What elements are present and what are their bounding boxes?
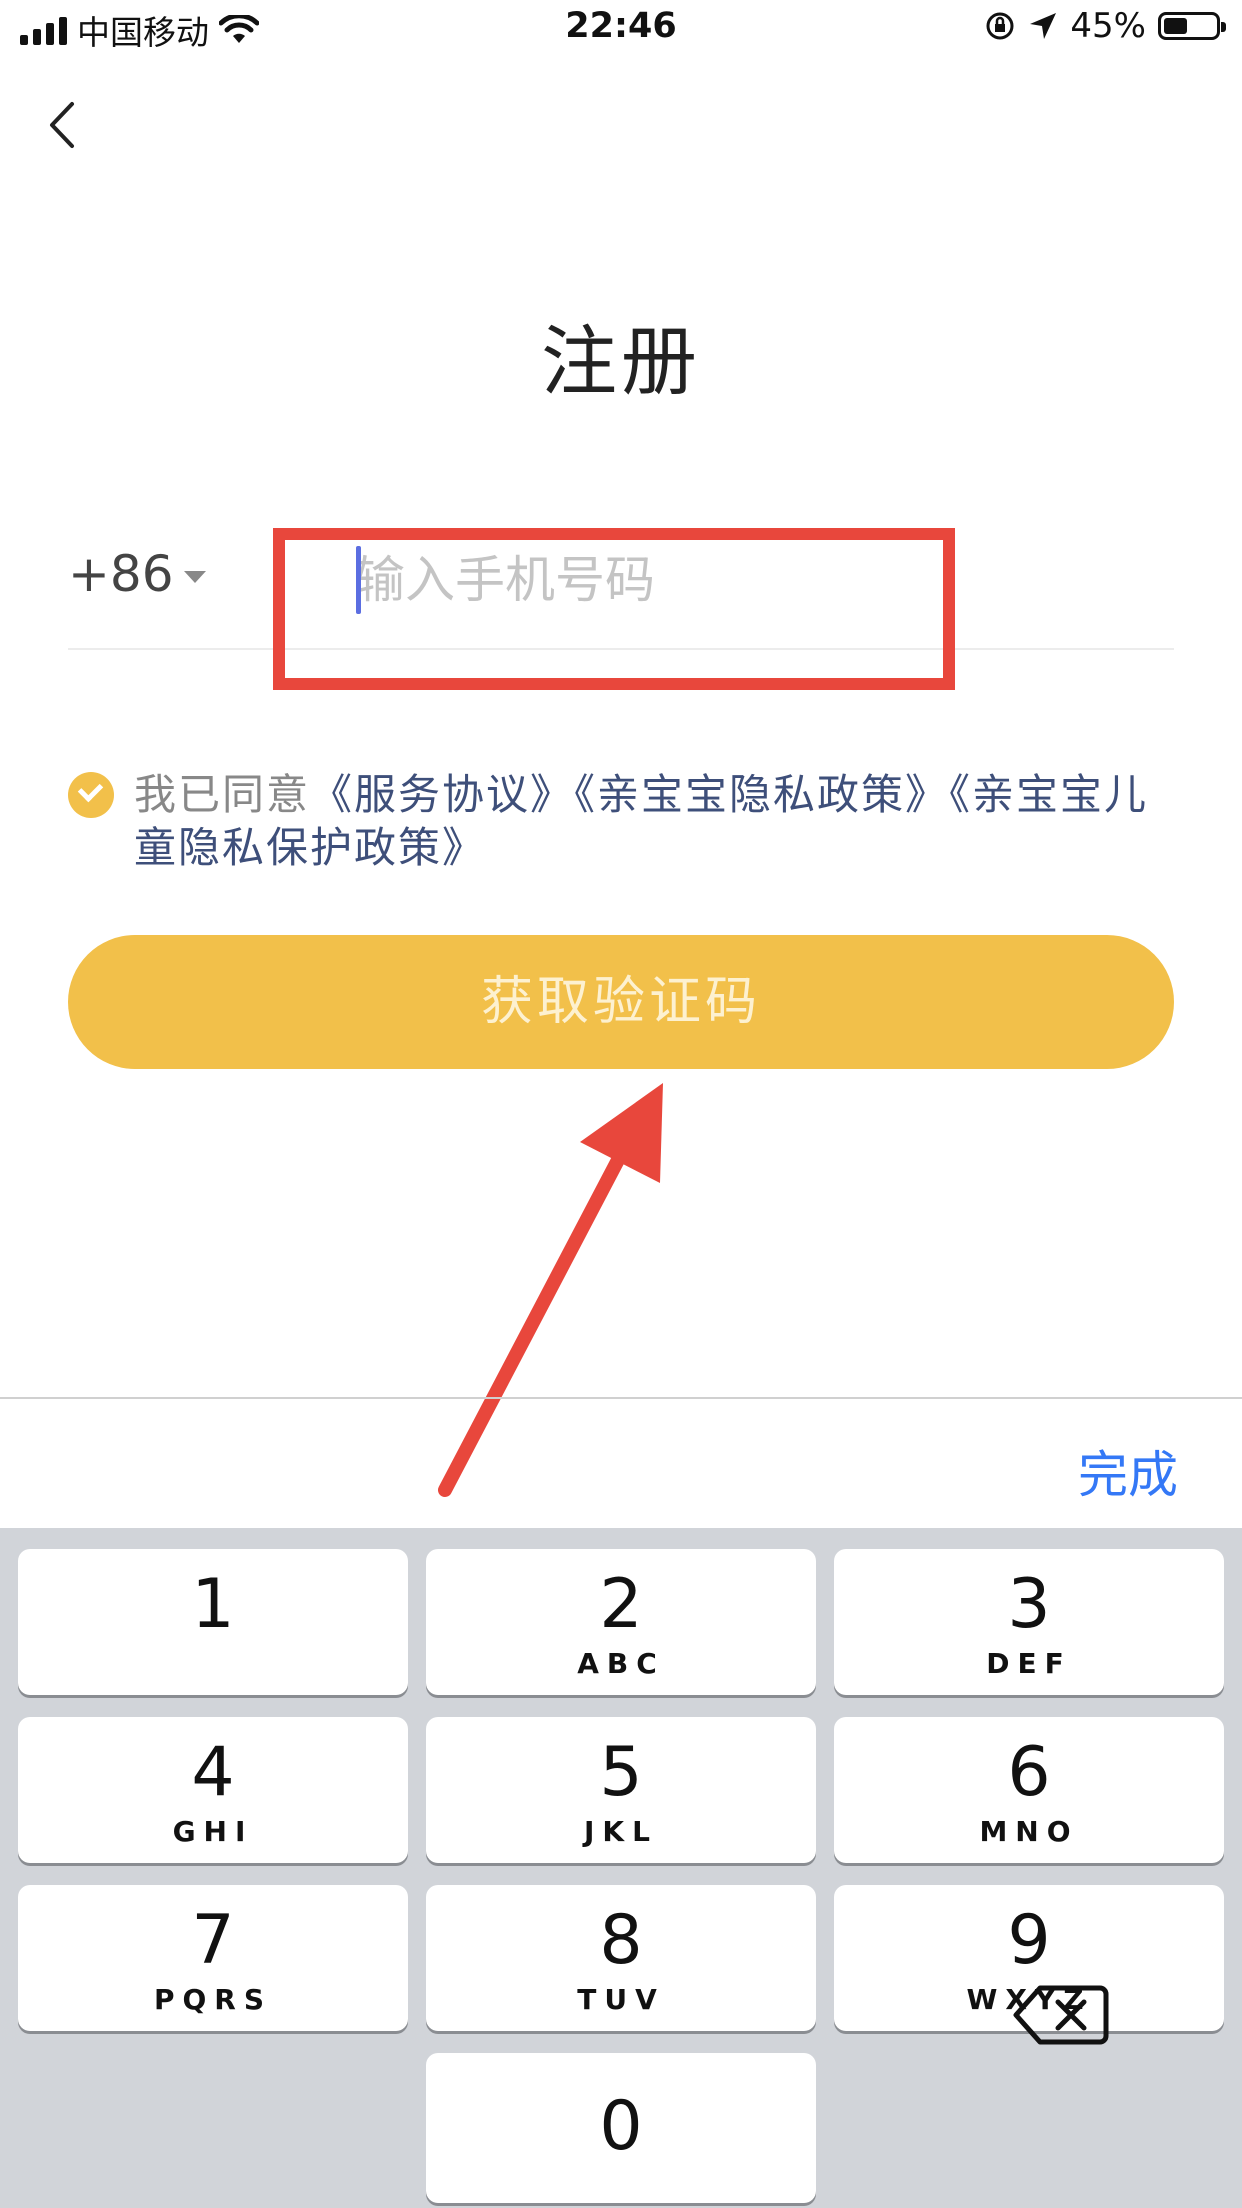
status-bar: 中国移动 22:46 45% [0, 0, 1242, 64]
agreement-text: 我已同意《服务协议》《亲宝宝隐私政策》《亲宝宝儿童隐私保护政策》 [134, 768, 1178, 874]
key-number: 6 [1007, 1733, 1051, 1812]
key-5[interactable]: 5 JKL [426, 1717, 816, 1863]
caret-down-icon [183, 571, 206, 583]
key-8[interactable]: 8 TUV [426, 1885, 816, 2031]
key-number: 2 [599, 1565, 643, 1644]
key-0[interactable]: 0 [426, 2053, 816, 2203]
key-6[interactable]: 6 MNO [834, 1717, 1224, 1863]
key-number: 7 [191, 1901, 235, 1980]
battery-percent: 45% [1070, 6, 1146, 46]
link-service-agreement[interactable]: 《服务协议》 [310, 770, 574, 819]
annotation-highlight-box [273, 528, 955, 690]
key-letters: DEF [986, 1647, 1072, 1680]
country-code-selector[interactable]: +86 [68, 545, 206, 603]
link-privacy-policy[interactable]: 《亲宝宝隐私政策》 [574, 770, 949, 819]
key-2[interactable]: 2 ABC [426, 1549, 816, 1695]
key-letters: PQRS [153, 1983, 273, 2016]
country-code-label: +86 [68, 545, 174, 603]
key-number: 0 [599, 2087, 643, 2166]
rotation-lock-icon [986, 12, 1014, 40]
keyboard-toolbar-divider [0, 1397, 1242, 1399]
back-arrow-icon[interactable] [40, 100, 90, 150]
key-number: 3 [1007, 1565, 1051, 1644]
key-number: 4 [191, 1733, 235, 1812]
key-letters: ABC [577, 1647, 665, 1680]
location-icon [1030, 13, 1057, 39]
backspace-icon[interactable] [1010, 1980, 1110, 2050]
key-3[interactable]: 3 DEF [834, 1549, 1224, 1695]
key-7[interactable]: 7 PQRS [18, 1885, 408, 2031]
done-button[interactable]: 完成 [1078, 1435, 1178, 1507]
status-right: 45% [984, 6, 1226, 46]
key-4[interactable]: 4 GHI [18, 1717, 408, 1863]
get-code-button[interactable]: 获取验证码 [68, 935, 1174, 1069]
key-1[interactable]: 1 [18, 1549, 408, 1695]
key-letters: TUV [577, 1983, 665, 2016]
key-number: 5 [599, 1733, 643, 1812]
key-number: 1 [191, 1565, 235, 1644]
page-title: 注册 [541, 317, 701, 406]
key-letters: GHI [172, 1815, 254, 1848]
key-number: 8 [599, 1901, 643, 1980]
key-letters: JKL [584, 1815, 658, 1848]
key-letters: MNO [979, 1815, 1079, 1848]
key-number: 9 [1007, 1901, 1051, 1980]
agreement-prefix: 我已同意 [134, 770, 311, 819]
agreement-checkbox[interactable] [68, 772, 114, 818]
battery-icon [1158, 12, 1226, 40]
